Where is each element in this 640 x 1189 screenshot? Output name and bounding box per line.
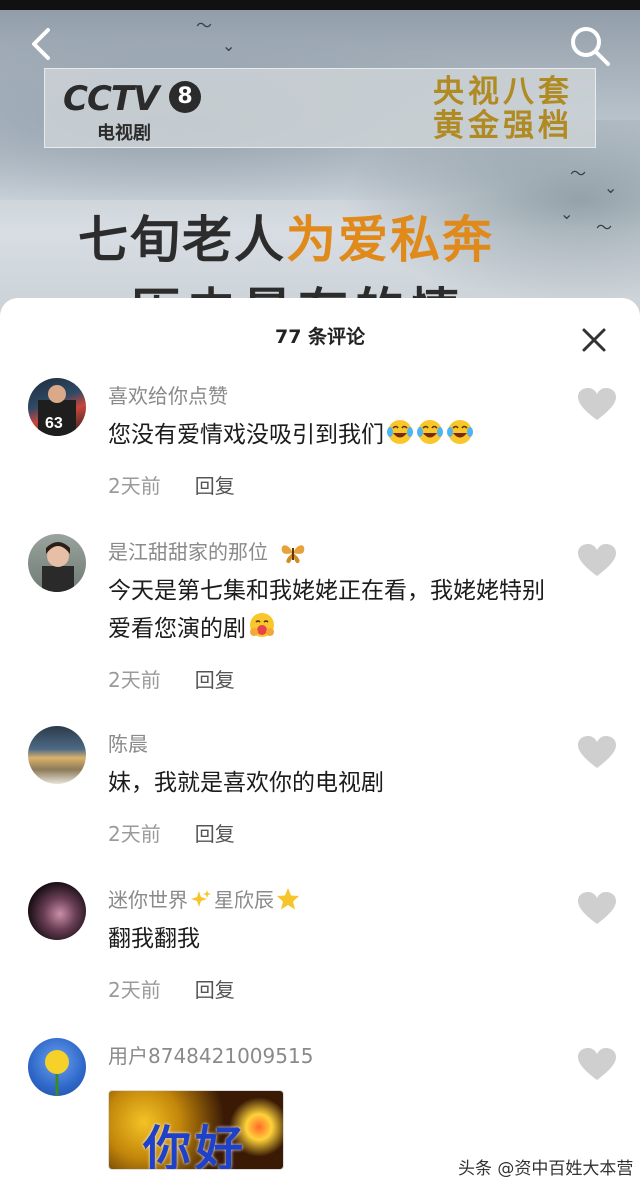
video-headline: 七旬老人为爱私奔 [78, 200, 494, 272]
reply-button[interactable]: 回复 [195, 822, 235, 846]
bird-icon: 〜 [596, 218, 613, 237]
svg-text:63: 63 [45, 415, 63, 432]
search-button[interactable] [568, 24, 612, 68]
reply-button[interactable]: 回复 [195, 978, 235, 1002]
butterfly-emoji [282, 545, 305, 564]
slogan-line: 央视八套 [433, 74, 573, 110]
slogan-line: 黄金强档 [433, 108, 573, 144]
comment-text: 您没有爱情戏没吸引到我们 [108, 416, 558, 454]
avatar[interactable] [28, 882, 86, 940]
like-button[interactable] [578, 892, 616, 926]
like-button[interactable] [578, 544, 616, 578]
comment-text: 妹，我就是喜欢你的电视剧 [108, 770, 384, 796]
avatar[interactable] [28, 1038, 86, 1096]
laugh-cry-emoji [447, 420, 473, 444]
like-button[interactable] [578, 736, 616, 770]
comment-time: 2天前 [108, 978, 161, 1002]
logo-subtitle: 电视剧 [97, 123, 151, 144]
avatar[interactable] [28, 534, 86, 592]
comment-item: 是江甜甜家的那位 今天是第七集和我姥姥正在看，我姥姥特别爱看您演的剧 2天前 回复 [0, 534, 640, 694]
reply-button[interactable]: 回复 [195, 474, 235, 498]
channel-slogan: 央视八套 黄金强档 [433, 75, 573, 143]
like-button[interactable] [578, 388, 616, 422]
video-player[interactable]: 〜 ⌄ 〜 ⌄ 〜 ⌄ CCTV 8 电视剧 央视八套 黄金强档 七旬老人为爱私… [0, 0, 640, 330]
bird-icon: ⌄ [560, 204, 574, 223]
comment-text-content: 您没有爱情戏没吸引到我们 [108, 422, 384, 448]
search-icon [571, 27, 610, 66]
avatar[interactable]: 63 [28, 378, 86, 436]
comment-time: 2天前 [108, 474, 161, 498]
comment-username[interactable]: 陈晨 [108, 728, 148, 757]
comments-count-title: 77 条评论 [274, 326, 366, 348]
comment-text: 翻我翻我 [108, 926, 200, 952]
comment-meta: 2天前 回复 [108, 974, 235, 1003]
bird-icon: ⌄ [222, 36, 236, 55]
heart-icon [578, 544, 616, 576]
close-button[interactable] [578, 324, 610, 356]
comment-item: 63 喜欢给你点赞 您没有爱情戏没吸引到我们 2天前 回复 [0, 378, 640, 508]
laugh-cry-emoji [417, 420, 443, 444]
heart-icon [578, 892, 616, 924]
reply-button[interactable]: 回复 [195, 668, 235, 692]
comment-username[interactable]: 是江甜甜家的那位 [108, 536, 306, 565]
comment-time: 2天前 [108, 668, 161, 692]
star-emoji [277, 888, 299, 910]
comment-meta: 2天前 回复 [108, 818, 235, 847]
status-bar [0, 0, 640, 10]
like-button[interactable] [578, 1048, 616, 1082]
comment-text: 今天是第七集和我姥姥正在看，我姥姥特别爱看您演的剧 [108, 572, 558, 648]
headline-text: 七旬老人 [78, 211, 286, 269]
bird-icon: ⌄ [604, 178, 618, 197]
sparkles-emoji [191, 890, 211, 907]
hug-emoji [250, 613, 274, 637]
cctv8-logo: CCTV 8 电视剧 [63, 79, 203, 144]
heart-icon [578, 388, 616, 420]
comment-item: 陈晨 妹，我就是喜欢你的电视剧 2天前 回复 [0, 726, 640, 846]
comment-username-text: 星欣辰 [214, 888, 274, 912]
close-icon [582, 328, 606, 352]
heart-icon [578, 736, 616, 768]
comment-username-text: 是江甜甜家的那位 [108, 540, 268, 564]
sticker-image[interactable]: 你好 [108, 1090, 284, 1170]
chevron-left-icon [32, 28, 50, 60]
comment-username-text: 迷你世界 [108, 888, 188, 912]
comment-meta: 2天前 回复 [108, 470, 235, 499]
headline-highlight: 为爱私奔 [286, 211, 494, 269]
heart-icon [578, 1048, 616, 1080]
bird-icon: 〜 [570, 164, 587, 183]
back-button[interactable] [22, 24, 62, 64]
logo-number: 8 [169, 81, 201, 113]
avatar[interactable] [28, 726, 86, 784]
channel-banner: CCTV 8 电视剧 央视八套 黄金强档 [44, 68, 596, 148]
comment-time: 2天前 [108, 822, 161, 846]
comment-item: 迷你世界 星欣辰 翻我翻我 2天前 回复 [0, 882, 640, 1002]
comments-panel: 77 条评论 63 喜欢给你点赞 您没有爱情戏没吸引到我们 2天前 回复 是江甜… [0, 298, 640, 1189]
comment-username[interactable]: 迷你世界 星欣辰 [108, 884, 300, 913]
comment-text-content: 今天是第七集和我姥姥正在看，我姥姥特别爱看您演的剧 [108, 578, 545, 642]
logo-text: CCTV [63, 79, 159, 119]
comment-username[interactable]: 喜欢给你点赞 [108, 380, 228, 409]
comment-username[interactable]: 用户8748421009515 [108, 1040, 313, 1069]
watermark: 头条 @资中百姓大本营 [458, 1159, 634, 1179]
bird-icon: 〜 [196, 16, 213, 35]
sticker-text: 你好 [143, 1121, 248, 1170]
laugh-cry-emoji [387, 420, 413, 444]
comment-meta: 2天前 回复 [108, 664, 235, 693]
